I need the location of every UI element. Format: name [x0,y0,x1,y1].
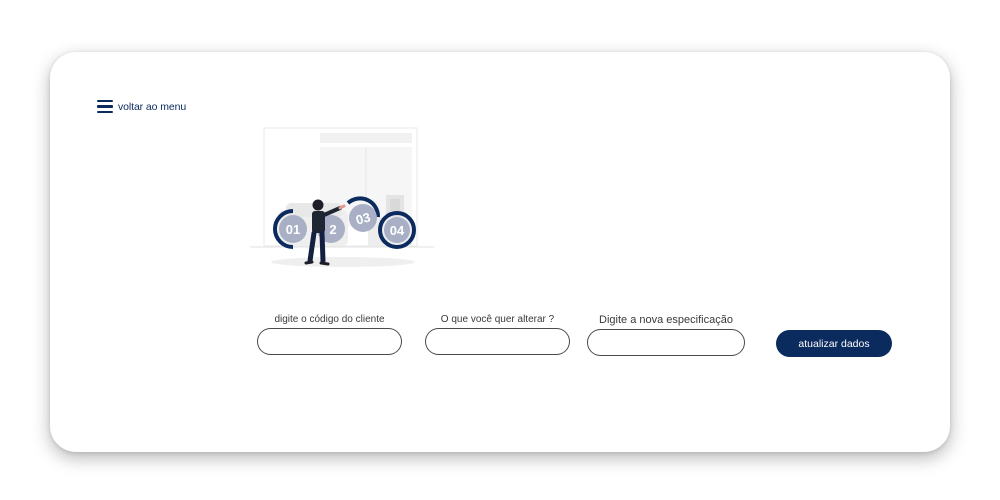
new-spec-label: Digite a nova especificação [599,314,733,326]
back-to-menu-link[interactable]: voltar ao menu [97,100,187,114]
hamburger-menu-icon [97,100,113,114]
step-number-04: 04 [390,223,405,238]
change-field: O que você quer alterar ? [425,314,570,355]
steps-illustration: 01 2 03 04 [250,127,434,267]
update-data-button[interactable]: atualizar dados [776,330,892,357]
client-code-label: digite o código do cliente [274,314,385,325]
client-code-field: digite o código do cliente [257,314,402,355]
change-label: O que você quer alterar ? [440,314,555,325]
new-spec-field: Digite a nova especificação [587,314,745,356]
main-card: voltar ao menu 01 2 03 04 digite o códig… [50,52,950,452]
step-number-01: 01 [286,222,300,237]
new-spec-input[interactable] [587,329,745,356]
step-number-02: 2 [329,222,336,237]
client-code-input[interactable] [257,328,402,355]
change-input[interactable] [425,328,570,355]
back-to-menu-label: voltar ao menu [118,100,187,113]
